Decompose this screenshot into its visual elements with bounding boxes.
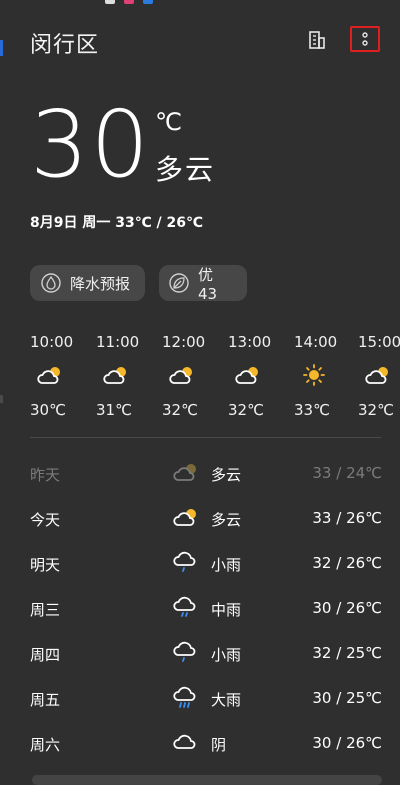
partly-cloudy-icon [169,367,192,384]
edge-indicator [0,395,3,403]
partly-cloudy-icon [37,367,60,384]
moderate-rain-icon [173,596,196,617]
edge-indicator [0,40,3,56]
header: 闵行区 [30,24,382,59]
daily-row-tomorrow[interactable]: 明天 小雨 32 / 26℃ [30,546,382,580]
day-name: 周六 [30,736,61,754]
status-icon [143,0,153,4]
status-bar [0,0,400,8]
partly-cloudy-icon [173,509,196,526]
day-range: 30 / 25℃ [312,689,382,707]
partly-cloudy-icon [173,464,196,481]
day-range: 33 / 24℃ [312,464,382,482]
hour-temp: 33℃ [294,401,330,419]
day-name: 周四 [30,646,61,664]
heavy-rain-icon [173,686,196,708]
status-icon [105,0,115,4]
day-condition: 阴 [211,736,227,754]
hour-time: 12:00 [162,333,206,351]
hour-time: 14:00 [294,333,338,351]
hour-temp: 32℃ [162,401,198,419]
day-condition: 中雨 [211,601,242,619]
chip-label: 降水预报 [70,274,131,293]
partly-cloudy-icon [365,367,388,384]
chip-label: 优 43 [197,265,218,303]
hour-temp: 32℃ [358,401,394,419]
day-name: 今天 [30,511,61,529]
day-condition: 小雨 [211,646,242,664]
hourly-item: 12:00 32℃ [162,333,222,419]
light-rain-icon [173,641,196,662]
day-range: 33 / 26℃ [312,509,382,527]
daily-row-saturday[interactable]: 周六 阴 30 / 26℃ [30,726,382,760]
date-line: 8月9日 周一 33℃ / 26℃ [30,215,203,231]
precipitation-forecast-button[interactable]: 降水预报 [30,265,145,301]
current-temperature: 30 [30,91,152,198]
building-icon[interactable] [302,26,332,54]
day-condition: 多云 [211,466,242,484]
hour-time: 15:00 [358,333,400,351]
daily-row-wednesday[interactable]: 周三 中雨 30 / 26℃ [30,591,382,625]
daily-row-thursday[interactable]: 周四 小雨 32 / 25℃ [30,636,382,670]
day-range: 32 / 26℃ [312,554,382,572]
air-quality-button[interactable]: 优 43 [159,265,247,303]
light-rain-icon [173,551,196,572]
bottom-card-edge [32,775,382,785]
day-condition: 小雨 [211,556,242,574]
daily-row-today[interactable]: 今天 多云 33 / 26℃ [30,501,382,535]
hour-time: 11:00 [96,333,140,351]
hour-temp: 31℃ [96,401,132,419]
hour-temp: 30℃ [30,401,66,419]
status-icon [124,0,134,4]
daily-row-yesterday[interactable]: 昨天 多云 33 / 24℃ [30,456,382,490]
day-range: 30 / 26℃ [312,734,382,752]
current-condition: 多云 [155,153,216,186]
divider [30,437,381,438]
daily-row-friday[interactable]: 周五 大雨 30 / 25℃ [30,681,382,715]
hour-time: 13:00 [228,333,272,351]
day-condition: 大雨 [211,691,242,709]
partly-cloudy-icon [235,367,258,384]
day-range: 32 / 25℃ [312,644,382,662]
day-condition: 多云 [211,511,242,529]
hour-temp: 32℃ [228,401,264,419]
day-name: 明天 [30,556,61,574]
hourly-item: 13:00 32℃ [228,333,288,419]
day-range: 30 / 26℃ [312,599,382,617]
hourly-item: 11:00 31℃ [96,333,156,419]
day-name: 周三 [30,601,61,619]
city-name[interactable]: 闵行区 [30,27,99,59]
more-options-icon[interactable] [350,26,380,52]
sunny-icon [303,364,325,386]
raindrop-icon [40,272,62,294]
hour-time: 10:00 [30,333,74,351]
hourly-item: 14:00 33℃ [294,333,354,419]
day-name: 周五 [30,691,61,709]
leaf-icon [169,272,190,294]
temperature-unit: ℃ [155,108,182,136]
day-name: 昨天 [30,466,61,484]
hourly-item: 10:00 30℃ [30,333,90,419]
partly-cloudy-icon [103,367,126,384]
cloudy-icon [173,734,196,749]
hourly-item: 15:00 32℃ [358,333,400,419]
hourly-forecast[interactable]: 10:00 30℃ 11:00 31℃ 12:00 32℃ 13:00 32℃ … [30,333,400,423]
